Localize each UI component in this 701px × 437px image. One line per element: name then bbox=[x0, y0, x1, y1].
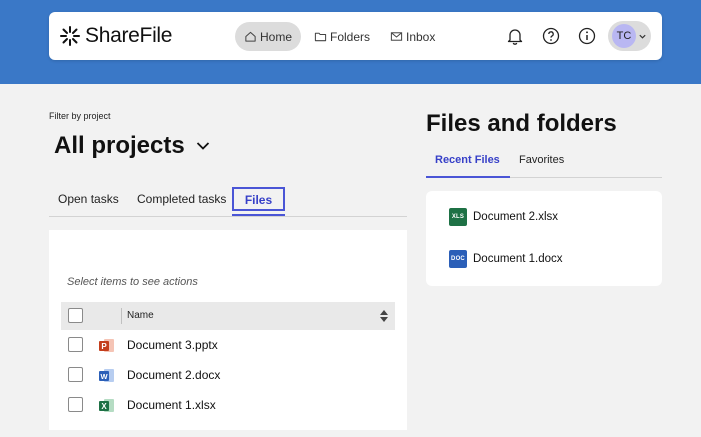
svg-text:X: X bbox=[101, 402, 107, 411]
home-icon bbox=[245, 31, 256, 42]
project-dropdown[interactable]: All projects bbox=[54, 132, 211, 160]
recent-file-item[interactable]: XLS Document 2.xlsx bbox=[449, 208, 558, 226]
file-type-badge: DOC bbox=[451, 256, 465, 262]
xls-file-icon: XLS bbox=[449, 208, 467, 226]
task-tabs: Open tasks Completed tasks Files bbox=[49, 185, 407, 217]
sort-icon[interactable] bbox=[379, 309, 389, 323]
row-checkbox[interactable] bbox=[68, 337, 83, 352]
nav-inbox-label: Inbox bbox=[406, 29, 436, 44]
help-icon bbox=[542, 27, 560, 45]
chevron-down-icon bbox=[196, 142, 209, 150]
mail-icon bbox=[390, 32, 403, 41]
tab-favorites[interactable]: Favorites bbox=[519, 154, 564, 166]
help-button[interactable] bbox=[541, 26, 561, 46]
avatar-initials: TC bbox=[616, 30, 632, 42]
nav-home-label: Home bbox=[260, 29, 293, 44]
files-panel: Select items to see actions Name P Docum… bbox=[49, 230, 407, 430]
info-icon bbox=[578, 27, 596, 45]
powerpoint-file-icon: P bbox=[99, 339, 114, 352]
file-type-badge: XLS bbox=[451, 214, 465, 220]
tab-completed-tasks[interactable]: Completed tasks bbox=[137, 188, 226, 210]
nav-folders-label: Folders bbox=[330, 29, 371, 44]
chevron-down-icon bbox=[639, 34, 646, 39]
table-row[interactable]: P Document 3.pptx bbox=[61, 330, 395, 360]
nav-inbox[interactable]: Inbox bbox=[381, 22, 444, 51]
table-row[interactable]: W Document 2.docx bbox=[61, 360, 395, 390]
file-name[interactable]: Document 2.docx bbox=[127, 368, 220, 382]
active-tab-indicator bbox=[426, 176, 510, 178]
row-checkbox[interactable] bbox=[68, 367, 83, 382]
table-header: Name bbox=[61, 302, 395, 330]
info-button[interactable] bbox=[577, 26, 597, 46]
recent-files-card: XLS Document 2.xlsx DOC Document 1.docx bbox=[426, 191, 662, 286]
column-header-name[interactable]: Name bbox=[127, 310, 154, 321]
nav-home[interactable]: Home bbox=[235, 22, 302, 51]
recent-file-name[interactable]: Document 1.docx bbox=[473, 253, 563, 265]
logo-text: ShareFile bbox=[85, 24, 173, 47]
tab-open-tasks[interactable]: Open tasks bbox=[58, 188, 119, 210]
user-menu[interactable]: TC bbox=[608, 21, 651, 51]
recent-file-item[interactable]: DOC Document 1.docx bbox=[449, 250, 563, 268]
files-folders-tabs: Recent Files Favorites bbox=[426, 148, 662, 178]
folder-icon bbox=[314, 32, 327, 42]
top-navbar: ShareFile Home Folders Inbox TC bbox=[49, 12, 662, 60]
notifications-button[interactable] bbox=[505, 26, 525, 46]
table-row[interactable]: X Document 1.xlsx bbox=[61, 390, 395, 420]
active-tab-indicator bbox=[232, 214, 285, 216]
bell-icon bbox=[507, 29, 523, 45]
excel-file-icon: X bbox=[99, 399, 114, 412]
file-name[interactable]: Document 3.pptx bbox=[127, 338, 218, 352]
word-file-icon: W bbox=[99, 369, 114, 382]
tab-files[interactable]: Files bbox=[232, 187, 285, 211]
row-checkbox[interactable] bbox=[68, 397, 83, 412]
files-and-folders-title: Files and folders bbox=[426, 110, 617, 137]
project-title: All projects bbox=[54, 132, 185, 159]
select-all-checkbox[interactable] bbox=[68, 308, 83, 323]
selection-hint: Select items to see actions bbox=[67, 276, 198, 288]
tab-recent-files[interactable]: Recent Files bbox=[435, 154, 500, 166]
filter-label: Filter by project bbox=[49, 111, 111, 121]
svg-text:W: W bbox=[100, 372, 108, 381]
recent-file-name[interactable]: Document 2.xlsx bbox=[473, 211, 558, 223]
svg-text:P: P bbox=[101, 342, 107, 351]
nav-folders[interactable]: Folders bbox=[305, 22, 379, 51]
column-divider bbox=[121, 308, 122, 324]
file-name[interactable]: Document 1.xlsx bbox=[127, 398, 216, 412]
doc-file-icon: DOC bbox=[449, 250, 467, 268]
sharefile-logo-icon bbox=[60, 26, 80, 46]
avatar: TC bbox=[612, 24, 636, 48]
sharefile-logo[interactable]: ShareFile bbox=[59, 24, 172, 48]
